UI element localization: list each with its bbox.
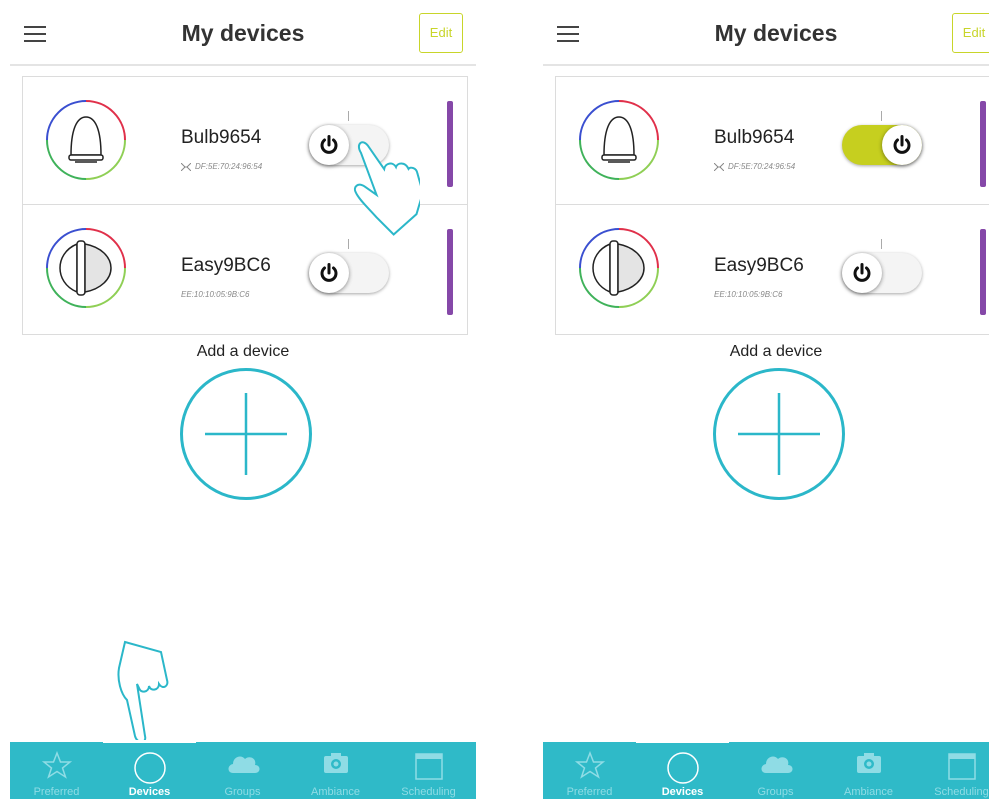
device-card[interactable]: Bulb9654 DF:5E:70:24:96:54 [556, 77, 989, 205]
device-color-bar [447, 229, 453, 315]
edit-button[interactable]: Edit [952, 13, 989, 53]
device-mac: DF:5E:70:24:96:54 [181, 162, 262, 171]
device-list: Bulb9654 DF:5E:70:24:96:54 Easy9BC6 EE:1… [555, 76, 989, 335]
power-toggle[interactable] [842, 253, 922, 293]
nav-groups[interactable]: Groups [729, 742, 822, 799]
toggle-indicator [881, 239, 882, 249]
pointing-hand-icon [117, 640, 169, 743]
device-name: Easy9BC6 [181, 255, 271, 276]
bulb-icon [579, 100, 659, 180]
star-icon [574, 751, 605, 779]
device-name: Bulb9654 [181, 127, 262, 148]
power-icon [320, 135, 338, 154]
star-icon [41, 751, 72, 779]
bluetooth-link-icon [714, 162, 724, 171]
bulb-icon [579, 228, 659, 308]
calendar-icon [947, 753, 976, 780]
device-mac: EE:10:10:05:9B:C6 [714, 290, 783, 299]
circle-icon [133, 752, 166, 784]
add-device-button[interactable] [713, 368, 845, 500]
tap-hand-icon [353, 141, 420, 236]
device-mac: DF:5E:70:24:96:54 [714, 162, 795, 171]
device-name: Bulb9654 [714, 127, 795, 148]
edit-button[interactable]: Edit [419, 13, 463, 53]
toggle-knob[interactable] [882, 125, 922, 165]
bulb-icon [46, 100, 126, 180]
app-header: My devices Edit [543, 0, 989, 66]
nav-preferred[interactable]: Preferred [543, 742, 636, 799]
app-header: My devices Edit [10, 0, 476, 66]
device-color-bar [447, 101, 453, 187]
screen-after: My devices Edit Bulb9654 DF:5E:70:24:96:… [543, 0, 989, 799]
power-toggle[interactable] [309, 253, 389, 293]
add-device-label: Add a device [729, 343, 823, 360]
nav-groups[interactable]: Groups [196, 742, 289, 799]
nav-ambiance[interactable]: Ambiance [289, 742, 382, 799]
toggle-knob[interactable] [309, 253, 349, 293]
toggle-knob[interactable] [842, 253, 882, 293]
nav-preferred[interactable]: Preferred [10, 742, 103, 799]
add-device-label: Add a device [196, 343, 290, 360]
power-icon [853, 263, 871, 282]
cloud-icon [228, 756, 259, 773]
circle-icon [666, 752, 699, 784]
calendar-icon [414, 753, 443, 780]
device-card[interactable]: Easy9BC6 EE:10:10:05:9B:C6 [556, 205, 989, 334]
nav-ambiance[interactable]: Ambiance [822, 742, 915, 799]
bulb-icon [46, 228, 126, 308]
power-icon [893, 135, 911, 154]
cloud-icon [761, 756, 792, 773]
bottom-nav: Preferred Devices Groups Ambiance Schedu… [10, 740, 476, 799]
toggle-indicator [348, 239, 349, 249]
nav-scheduling[interactable]: Scheduling [382, 742, 475, 799]
power-toggle[interactable] [842, 125, 922, 165]
toggle-indicator [881, 111, 882, 121]
add-device-button[interactable] [180, 368, 312, 500]
nav-devices[interactable]: Devices [636, 740, 729, 799]
bluetooth-link-icon [181, 162, 191, 171]
plus-icon [205, 393, 287, 475]
camera-icon [856, 753, 881, 773]
device-color-bar [980, 229, 986, 315]
page-title: My devices [181, 20, 305, 46]
power-icon [320, 263, 338, 282]
screen-before: My devices Edit Bulb9654 DF:5E:70:24:96:… [10, 0, 476, 799]
device-mac: EE:10:10:05:9B:C6 [181, 290, 250, 299]
nav-devices[interactable]: Devices [103, 740, 196, 799]
device-color-bar [980, 101, 986, 187]
nav-scheduling[interactable]: Scheduling [915, 742, 989, 799]
page-title: My devices [714, 20, 838, 46]
camera-icon [323, 753, 348, 773]
bottom-nav: Preferred Devices Groups Ambiance Schedu… [543, 740, 989, 799]
plus-icon [738, 393, 820, 475]
device-name: Easy9BC6 [714, 255, 804, 276]
